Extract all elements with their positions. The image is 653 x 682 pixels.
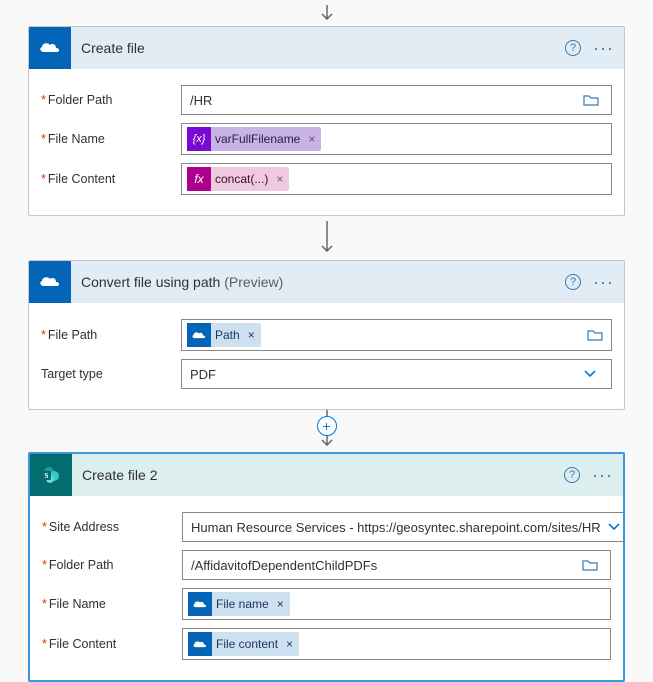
card-header[interactable]: S Create file 2 ? ··· [30,454,623,496]
help-icon[interactable]: ? [565,40,581,56]
action-card-convert-file: Convert file using path (Preview) ? ··· … [28,260,625,410]
onedrive-token-icon [188,592,212,616]
site-address-select[interactable]: Human Resource Services - https://geosyn… [182,512,625,542]
more-icon[interactable]: ··· [592,465,613,486]
action-card-create-file-2: S Create file 2 ? ··· *Site Address Huma… [28,452,625,682]
file-name-input[interactable]: {x} varFullFilename × [181,123,612,155]
onedrive-token-icon [188,632,212,656]
remove-token-icon[interactable]: × [304,132,315,146]
file-path-input[interactable]: Path × [181,319,612,351]
folder-picker-icon[interactable] [578,559,602,571]
card-title: Create file 2 [72,467,564,483]
file-name-input[interactable]: File name × [182,588,611,620]
remove-token-icon[interactable]: × [273,597,284,611]
card-body: *Folder Path /HR *File Name {x} varFullF… [29,69,624,215]
insert-step[interactable]: + [0,416,653,436]
card-header[interactable]: Create file ? ··· [29,27,624,69]
flow-arrow [0,0,653,26]
card-title: Convert file using path (Preview) [71,274,565,290]
folder-picker-icon[interactable] [583,329,607,341]
action-card-create-file: Create file ? ··· *Folder Path /HR *File… [28,26,625,216]
svg-text:S: S [45,472,49,480]
remove-token-icon[interactable]: × [244,328,255,342]
folder-path-input[interactable]: /AffidavitofDependentChildPDFs [182,550,611,580]
onedrive-icon [29,261,71,303]
fx-icon: fx [187,167,211,191]
field-label-file-content: *File Content [41,172,181,186]
field-label-site-address: *Site Address [42,520,182,534]
remove-token-icon[interactable]: × [272,172,283,186]
field-label-file-path: *File Path [41,328,181,342]
target-type-select[interactable]: PDF [181,359,612,389]
more-icon[interactable]: ··· [593,272,614,293]
variable-icon: {x} [187,127,211,151]
card-body: *File Path Path × Target type PDF [29,303,624,409]
folder-path-input[interactable]: /HR [181,85,612,115]
expression-token[interactable]: fx concat(...) × [187,167,289,191]
remove-token-icon[interactable]: × [282,637,293,651]
field-label-file-name: *File Name [42,597,182,611]
folder-picker-icon[interactable] [579,94,603,106]
chevron-down-icon[interactable] [601,520,625,535]
help-icon[interactable]: ? [564,467,580,483]
chevron-down-icon[interactable] [577,367,603,382]
card-header[interactable]: Convert file using path (Preview) ? ··· [29,261,624,303]
sharepoint-icon: S [30,454,72,496]
onedrive-icon [29,27,71,69]
plus-icon[interactable]: + [317,416,337,436]
flow-arrow [0,216,653,260]
card-body: *Site Address Human Resource Services - … [30,496,623,680]
dynamic-token[interactable]: File content × [188,632,299,656]
field-label-target-type: Target type [41,367,181,381]
more-icon[interactable]: ··· [593,38,614,59]
dynamic-token[interactable]: Path × [187,323,261,347]
preview-tag: (Preview) [224,274,283,290]
file-content-input[interactable]: fx concat(...) × [181,163,612,195]
variable-token[interactable]: {x} varFullFilename × [187,127,321,151]
field-label-file-content: *File Content [42,637,182,651]
onedrive-token-icon [187,323,211,347]
help-icon[interactable]: ? [565,274,581,290]
field-label-folder-path: *Folder Path [42,558,182,572]
file-content-input[interactable]: File content × [182,628,611,660]
dynamic-token[interactable]: File name × [188,592,290,616]
card-title: Create file [71,40,565,56]
field-label-file-name: *File Name [41,132,181,146]
field-label-folder-path: *Folder Path [41,93,181,107]
